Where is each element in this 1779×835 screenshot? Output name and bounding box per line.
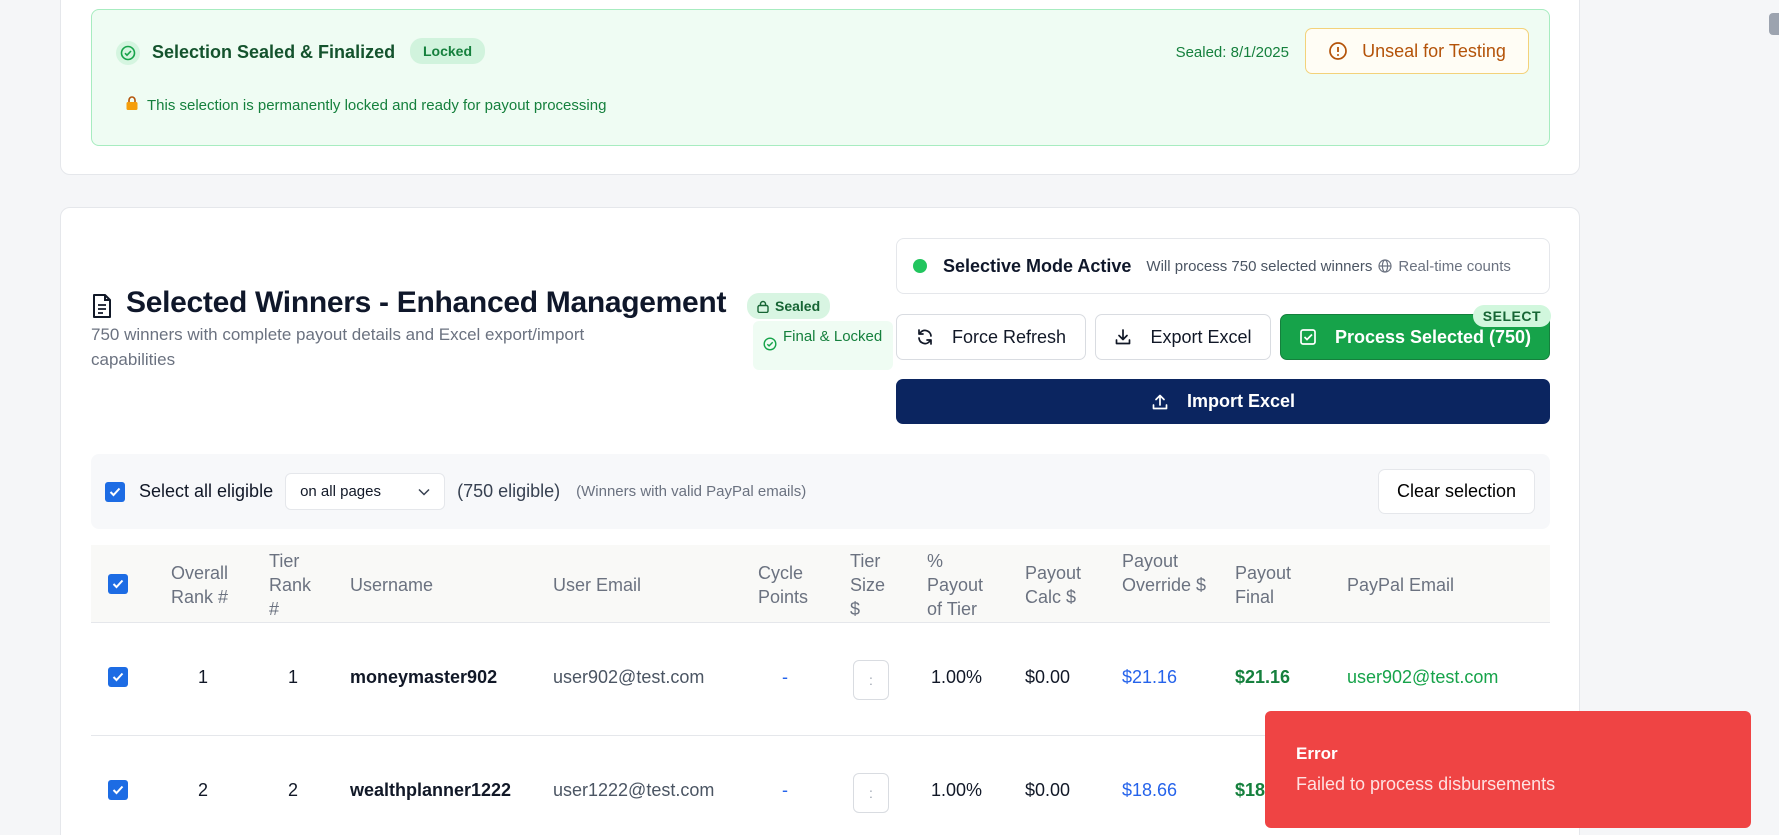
tier-size-input[interactable]: : [853, 660, 889, 700]
sealed-badge: Sealed [747, 293, 831, 319]
sealed-note: This selection is permanently locked and… [125, 96, 606, 115]
lock-icon [125, 96, 139, 115]
selection-bar: Select all eligible on all pages (750 el… [91, 454, 1550, 529]
import-excel-button[interactable]: Import Excel [896, 379, 1550, 424]
col-tier-size: Tier Size $ [850, 551, 886, 619]
checkbox-icon [1300, 329, 1316, 345]
col-payout-override: Payout Override $ [1122, 551, 1207, 595]
export-excel-label: Export Excel [1150, 326, 1252, 347]
check-circle-icon [116, 41, 140, 65]
col-payout-final: Payout Final [1235, 563, 1292, 607]
row-checkbox[interactable] [108, 780, 128, 800]
paypal-email: user902@test.com [1347, 667, 1499, 687]
check-circle-icon [763, 337, 777, 351]
payout-override[interactable]: $21.16 [1122, 667, 1177, 688]
tier-rank: 1 [288, 667, 299, 687]
overall-rank: 2 [198, 780, 209, 800]
tier-size-input[interactable]: : [853, 773, 889, 813]
col-payout-pct: % Payout of Tier [927, 551, 984, 619]
table-header: Overall Rank # Tier Rank # Username User… [91, 545, 1550, 623]
final-locked-badge: Final & Locked [753, 321, 893, 370]
realtime-indicator: Real-time counts [1378, 258, 1511, 275]
toast-title: Error [1296, 744, 1338, 763]
process-selected-button[interactable]: Process Selected (750) SELECT [1280, 305, 1551, 360]
eligible-hint: (Winners with valid PayPal emails) [576, 483, 807, 500]
alert-circle-icon [1329, 42, 1347, 60]
final-badge-label: Final & Locked [783, 328, 883, 345]
select-all-checkbox[interactable] [105, 481, 125, 502]
lock-icon [757, 300, 769, 313]
sealed-title: Selection Sealed & Finalized [152, 42, 396, 62]
username: wealthplanner1222 [350, 780, 512, 800]
col-user-email: User Email [553, 575, 642, 595]
status-dot [913, 259, 927, 273]
cycle-points: - [782, 667, 788, 687]
error-toast[interactable]: Error Failed to process disbursements [1265, 711, 1751, 828]
payout-pct: 1.00% [931, 667, 983, 687]
process-selected-label: Process Selected (750) [1334, 326, 1532, 347]
username: moneymaster902 [350, 667, 498, 687]
export-excel-button[interactable]: Export Excel [1095, 314, 1271, 360]
user-email: user902@test.com [553, 667, 705, 687]
payout-calc: $0.00 [1025, 667, 1071, 687]
sealed-card: Selection Sealed & Finalized Locked Seal… [60, 0, 1580, 175]
select-all-label: Select all eligible [139, 481, 274, 501]
col-username: Username [350, 575, 434, 595]
page-subtitle: 750 winners with complete payout details… [91, 325, 585, 369]
refresh-icon [918, 329, 932, 345]
col-paypal-email: PayPal Email [1347, 575, 1455, 595]
col-payout-calc: Payout Calc $ [1025, 563, 1082, 607]
tier-rank: 2 [288, 780, 299, 800]
payout-final: $21.16 [1235, 667, 1291, 687]
payout-calc: $0.00 [1025, 780, 1071, 800]
locked-badge: Locked [410, 38, 486, 64]
toast-message: Failed to process disbursements [1296, 774, 1556, 794]
sealed-badge-label: Sealed [775, 298, 821, 314]
row-checkbox[interactable] [108, 667, 128, 687]
sealed-banner: Selection Sealed & Finalized Locked Seal… [91, 9, 1550, 146]
chevron-down-icon [418, 488, 430, 496]
unseal-button[interactable]: Unseal for Testing [1305, 28, 1529, 74]
clear-selection-button[interactable]: Clear selection [1378, 469, 1535, 514]
sealed-note-text: This selection is permanently locked and… [147, 97, 607, 114]
payout-final: $18 [1235, 780, 1266, 800]
mode-description: Will process 750 selected winners [1146, 257, 1373, 275]
header-select-checkbox[interactable] [108, 574, 128, 594]
page-scope-select[interactable]: on all pages [285, 473, 446, 510]
realtime-label: Real-time counts [1398, 257, 1511, 275]
download-icon [1116, 329, 1131, 345]
col-overall-rank: Overall Rank # [171, 563, 229, 607]
user-email: user1222@test.com [553, 780, 715, 800]
payout-pct: 1.00% [931, 780, 983, 800]
unseal-label: Unseal for Testing [1362, 40, 1506, 61]
document-icon [91, 293, 113, 324]
overall-rank: 1 [198, 667, 209, 687]
scrollbar-thumb[interactable] [1769, 13, 1779, 35]
col-tier-rank: Tier Rank # [269, 551, 312, 619]
import-excel-label: Import Excel [1186, 391, 1296, 411]
force-refresh-label: Force Refresh [951, 326, 1067, 347]
sealed-date: Sealed: 8/1/2025 [1175, 44, 1289, 61]
col-cycle-points: Cycle Points [758, 563, 809, 607]
mode-title: Selective Mode Active [943, 255, 1132, 276]
selective-mode-panel: Selective Mode Active Will process 750 s… [896, 238, 1550, 294]
page-scope-value: on all pages [300, 483, 381, 500]
page-title: Selected Winners - Enhanced Management [126, 286, 727, 319]
payout-override[interactable]: $18.66 [1122, 780, 1177, 801]
upload-icon [1152, 394, 1168, 409]
force-refresh-button[interactable]: Force Refresh [896, 314, 1086, 360]
cycle-points: - [782, 780, 788, 800]
eligible-count: (750 eligible) [457, 481, 561, 501]
globe-icon [1378, 259, 1392, 273]
select-tag: SELECT [1472, 305, 1551, 327]
